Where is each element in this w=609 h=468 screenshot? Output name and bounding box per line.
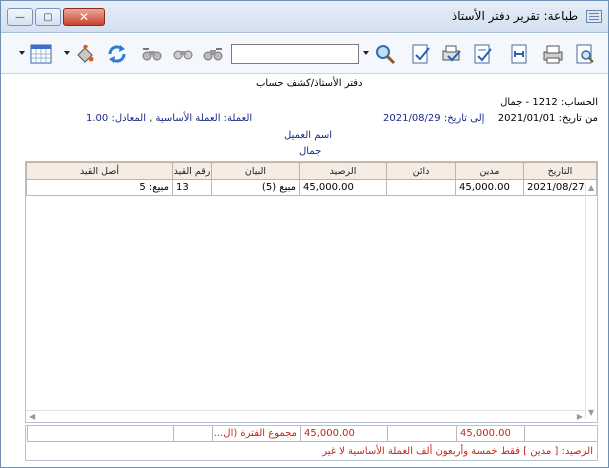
export-icon[interactable] xyxy=(471,42,495,66)
refresh-icon[interactable] xyxy=(105,42,129,66)
customer-label: اسم العميل xyxy=(284,130,333,141)
window-icon xyxy=(586,10,602,23)
from-date-label: من تاريخ: 2021/01/01 xyxy=(498,113,598,124)
find-next-icon[interactable] xyxy=(171,42,195,66)
currency-label: العملة: العملة الأساسية , المعادل: 1.00 xyxy=(86,113,253,124)
column-header[interactable]: رقم القيد xyxy=(172,162,212,180)
preview-icon[interactable] xyxy=(573,42,597,66)
table-row[interactable]: 2021/08/27 45,000.00 45,000.00 مبيع (5) … xyxy=(26,179,597,196)
print-preview-window: — ▢ ✕ طباعة: تقرير دفتر الأستاذ دفتر الأ… xyxy=(0,0,609,468)
totals-row: 45,000.00 45,000.00 مجموع الفترة (ال... xyxy=(26,426,597,442)
column-header[interactable]: دائن xyxy=(386,162,456,180)
horizontal-scrollbar[interactable]: ◀ ▶ xyxy=(26,410,586,422)
cell-debit: 45,000.00 xyxy=(455,179,524,196)
ledger-table: التاريخ مدين دائن الرصيد البيان رقم القي… xyxy=(25,161,598,423)
to-label: إلى تاريخ: xyxy=(443,113,485,124)
scroll-left-icon[interactable]: ◀ xyxy=(29,412,35,421)
cell-credit xyxy=(386,179,456,196)
totals-panel: 45,000.00 45,000.00 مجموع الفترة (ال... … xyxy=(25,425,598,461)
column-header[interactable]: التاريخ xyxy=(523,162,597,180)
select-icon[interactable] xyxy=(409,42,433,66)
column-header[interactable]: البيان xyxy=(211,162,300,180)
cell-balance: 45,000.00 xyxy=(299,179,387,196)
caption-buttons: — ▢ ✕ xyxy=(7,8,107,26)
period-total-label: مجموع الفترة (ال... xyxy=(212,426,300,442)
scroll-up-icon[interactable]: ▲ xyxy=(588,183,594,192)
report-title: دفتر الأستاذ/كشف حساب xyxy=(256,78,363,89)
vertical-scrollbar[interactable]: ▲ ▼ xyxy=(585,181,597,419)
customer-name: جمال xyxy=(299,146,322,157)
find-prev-icon[interactable] xyxy=(140,42,164,66)
minimize-button[interactable]: — xyxy=(7,8,33,26)
color-grid-dropdown-icon[interactable] xyxy=(19,51,25,55)
balance-in-words: الرصيد: [ مدين ] فقط خمسة وأربعون ألف ال… xyxy=(322,446,593,457)
window-title: طباعة: تقرير دفتر الأستاذ xyxy=(451,9,578,23)
account-label: الحساب: 1212 - جمال xyxy=(500,97,598,108)
totals-date-cell xyxy=(524,426,597,442)
close-button[interactable]: ✕ xyxy=(63,8,105,26)
search-dropdown-icon[interactable] xyxy=(363,51,369,55)
title-bar: — ▢ ✕ طباعة: تقرير دفتر الأستاذ xyxy=(1,1,608,33)
balance-total: 45,000.00 xyxy=(300,426,387,442)
print-icon[interactable] xyxy=(541,42,565,66)
color-grid-icon[interactable] xyxy=(29,42,53,66)
cell-description: مبيع (5) xyxy=(211,179,300,196)
from-date: 2021/01/01 xyxy=(497,113,556,124)
fit-page-icon[interactable] xyxy=(507,42,531,66)
column-header[interactable]: مدين xyxy=(455,162,524,180)
fill-icon[interactable] xyxy=(73,42,97,66)
column-header[interactable]: الرصيد xyxy=(299,162,387,180)
totals-entry-cell xyxy=(173,426,212,442)
search-input[interactable] xyxy=(231,44,359,64)
to-date: 2021/08/29 xyxy=(383,113,441,124)
print-setup-icon[interactable] xyxy=(439,42,463,66)
maximize-button[interactable]: ▢ xyxy=(35,8,61,26)
to-date-label: إلى تاريخ: 2021/08/29 xyxy=(383,113,484,124)
totals-origin-cell xyxy=(27,426,173,442)
cell-entry-origin: مبيع: 5 xyxy=(26,179,173,196)
from-label: من تاريخ: xyxy=(558,113,598,124)
cell-entry-number: 13 xyxy=(172,179,212,196)
credit-total xyxy=(387,426,456,442)
table-header-row: التاريخ مدين دائن الرصيد البيان رقم القي… xyxy=(26,162,597,180)
debit-total: 45,000.00 xyxy=(456,426,524,442)
report-header: دفتر الأستاذ/كشف حساب الحساب: 1212 - جما… xyxy=(1,75,608,167)
zoom-icon[interactable] xyxy=(373,42,397,66)
scroll-right-icon[interactable]: ▶ xyxy=(577,412,583,421)
scroll-down-icon[interactable]: ▼ xyxy=(588,408,594,417)
column-header[interactable]: أصل القيد xyxy=(26,162,173,180)
fill-dropdown-icon[interactable] xyxy=(64,51,70,55)
toolbar xyxy=(1,34,608,74)
find-icon[interactable] xyxy=(201,42,225,66)
